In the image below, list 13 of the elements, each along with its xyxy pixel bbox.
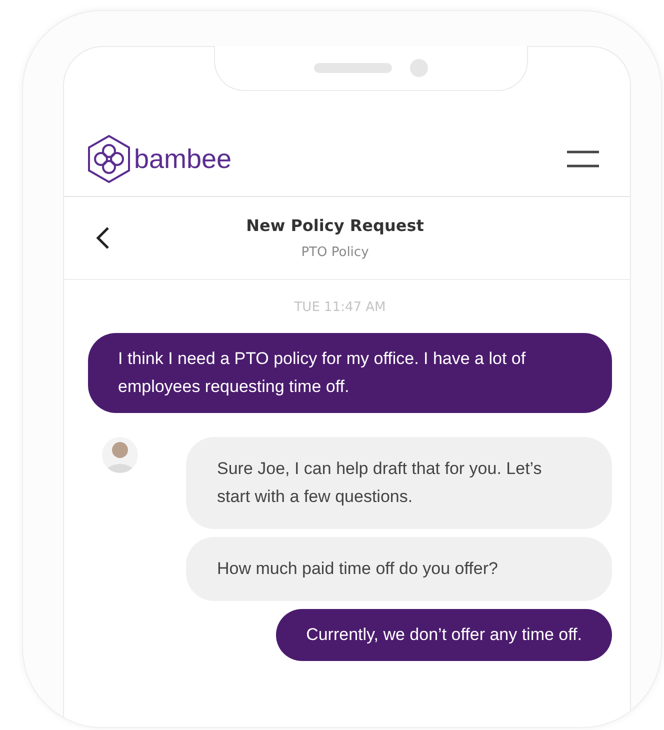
message-timestamp: TUE 11:47 AM: [294, 300, 386, 315]
back-chevron-icon[interactable]: [96, 226, 110, 250]
sent-message: I think I need a PTO policy for my office. I have a lot of employees requesting time off.: [88, 333, 612, 413]
logo-text: bambee: [134, 144, 232, 174]
conversation-subtitle: PTO Policy: [300, 245, 370, 260]
menu-icon[interactable]: [566, 150, 600, 168]
received-message: Sure Joe, I can help draft that for you. Let’s start with a few questions.: [186, 437, 612, 529]
received-message: How much paid time off do you offer?: [186, 537, 612, 601]
sent-message: Currently, we don’t offer any time off.: [276, 609, 612, 661]
conversation-title: New Policy Request: [245, 216, 425, 235]
camera-icon: [410, 59, 428, 77]
hexagon-flower-icon: [86, 134, 132, 184]
speaker-icon: [314, 63, 392, 73]
